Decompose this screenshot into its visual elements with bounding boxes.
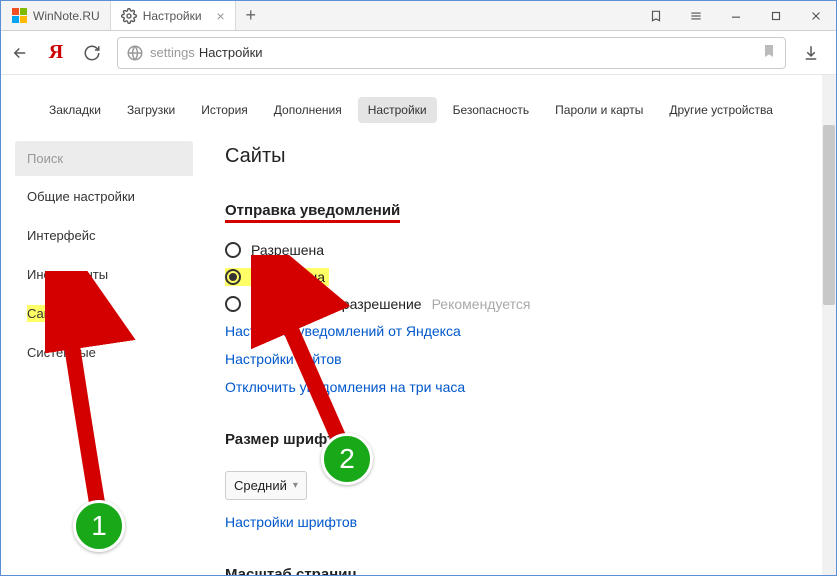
new-tab-button[interactable]: + (236, 5, 266, 26)
section-notifications-title: Отправка уведомлений (225, 202, 400, 223)
radio-ask[interactable]: Запрашивать разрешение Рекомендуется (225, 291, 818, 317)
radio-label: Запрашивать разрешение (251, 296, 422, 312)
fontsize-select[interactable]: Средний ▾ (225, 471, 307, 500)
gear-icon (121, 8, 137, 24)
downloads-button[interactable] (794, 36, 828, 70)
link-font-settings[interactable]: Настройки шрифтов (225, 508, 818, 536)
reader-mode-icon[interactable] (636, 1, 676, 31)
title-bar: WinNote.RU Настройки × + (1, 1, 836, 31)
sidebar-search[interactable]: Поиск (15, 141, 193, 176)
content-area: Закладки Загрузки История Дополнения Нас… (1, 75, 836, 575)
yandex-home-button[interactable]: Я (39, 36, 73, 70)
tab-label: Настройки (143, 9, 202, 23)
nav-settings[interactable]: Настройки (358, 97, 437, 123)
sidebar-item-general[interactable]: Общие настройки (15, 177, 193, 216)
settings-sidebar: Поиск Общие настройки Интерфейс Инструме… (15, 141, 193, 575)
radio-icon (225, 269, 241, 285)
nav-addons[interactable]: Дополнения (264, 97, 352, 123)
minimize-button[interactable] (716, 1, 756, 31)
maximize-button[interactable] (756, 1, 796, 31)
link-site-settings[interactable]: Настройки сайтов (225, 345, 818, 373)
close-window-button[interactable] (796, 1, 836, 31)
nav-other-devices[interactable]: Другие устройства (659, 97, 783, 123)
sidebar-item-system[interactable]: Системные (15, 333, 193, 372)
menu-icon[interactable] (676, 1, 716, 31)
address-bar[interactable]: settings Настройки (117, 37, 786, 69)
radio-allowed[interactable]: Разрешена (225, 237, 818, 263)
nav-downloads[interactable]: Загрузки (117, 97, 185, 123)
back-button[interactable] (3, 36, 37, 70)
close-tab-icon[interactable]: × (217, 8, 225, 24)
radio-hint: Рекомендуется (432, 296, 531, 312)
section-fontsize-title: Размер шрифта (225, 431, 343, 449)
radio-label: Разрешена (251, 242, 324, 258)
page-title: Сайты (225, 145, 818, 168)
reload-button[interactable] (75, 36, 109, 70)
scrollbar-thumb[interactable] (823, 125, 835, 305)
radio-icon (225, 296, 241, 312)
settings-tabs: Закладки Загрузки История Дополнения Нас… (15, 75, 818, 141)
link-disable-3h[interactable]: Отключить уведомления на три часа (225, 373, 818, 401)
nav-history[interactable]: История (191, 97, 258, 123)
address-title: Настройки (199, 45, 263, 60)
settings-main: Сайты Отправка уведомлений Разрешена Зап… (213, 141, 818, 575)
tab-winnote[interactable]: WinNote.RU (1, 1, 110, 30)
sidebar-item-interface[interactable]: Интерфейс (15, 216, 193, 255)
section-zoom-title: Масштаб страниц (225, 566, 357, 575)
nav-security[interactable]: Безопасность (443, 97, 540, 123)
nav-bookmarks[interactable]: Закладки (39, 97, 111, 123)
ms-logo-icon (11, 8, 27, 24)
nav-passwords[interactable]: Пароли и карты (545, 97, 653, 123)
radio-blocked[interactable]: Запрещена (225, 263, 818, 291)
radio-icon (225, 242, 241, 258)
tab-settings[interactable]: Настройки × (110, 1, 236, 30)
sidebar-item-tools[interactable]: Инструменты (15, 255, 193, 294)
site-icon (126, 44, 144, 62)
radio-label: Запрещена (251, 269, 325, 285)
bookmark-icon[interactable] (761, 43, 777, 62)
address-prefix: settings (150, 45, 195, 60)
tab-label: WinNote.RU (33, 9, 100, 23)
toolbar: Я settings Настройки (1, 31, 836, 75)
link-yandex-notif[interactable]: Настройки уведомлений от Яндекса (225, 317, 818, 345)
sidebar-item-sites[interactable]: Сайты (15, 294, 193, 333)
chevron-down-icon: ▾ (293, 480, 298, 491)
